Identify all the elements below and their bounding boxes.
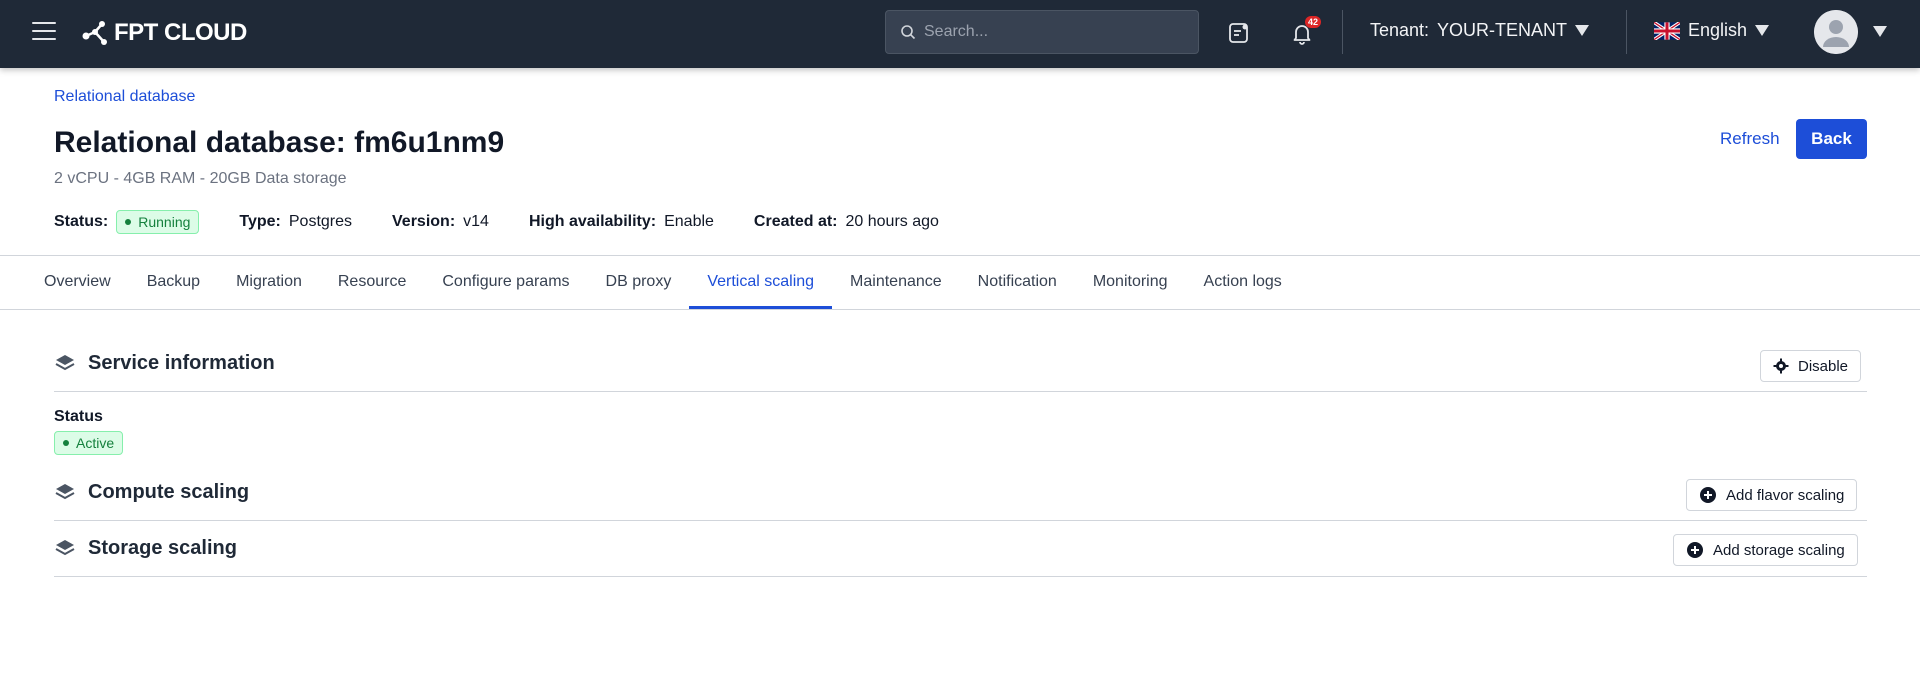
section-title: Storage scaling [88,537,237,559]
tab-action-logs[interactable]: Action logs [1186,255,1300,309]
add-storage-scaling-button[interactable]: Add storage scaling [1673,534,1858,566]
tab-monitoring[interactable]: Monitoring [1075,255,1186,309]
tenant-value: YOUR-TENANT [1437,20,1568,40]
layers-icon [55,354,75,370]
tasks-icon[interactable] [1224,18,1254,48]
search-icon [901,25,916,40]
notification-count-badge: 42 [1304,16,1321,28]
breadcrumb-relational-database[interactable]: Relational database [54,88,195,106]
instance-meta: Status: Running Type: Postgres Version: … [54,208,979,236]
tab-db-proxy[interactable]: DB proxy [588,255,690,309]
add-storage-scaling-label: Add storage scaling [1713,541,1845,559]
add-flavor-scaling-button[interactable]: Add flavor scaling [1686,479,1858,511]
service-status-label: Status [54,408,103,425]
tab-bar: Overview Backup Migration Resource Confi… [26,255,1300,309]
tab-migration[interactable]: Migration [218,255,320,309]
brand-logo[interactable]: FPT CLOUD [80,16,247,50]
tab-maintenance[interactable]: Maintenance [832,255,960,309]
brand-name: FPT CLOUD [114,19,247,46]
divider [0,309,1920,310]
user-menu-chevron-icon[interactable] [1873,26,1887,37]
storage-scaling-heading: Storage scaling [54,537,237,560]
plus-circle-icon [1687,542,1703,558]
service-status-badge: Active [54,431,124,455]
created-label: Created at: [753,213,838,230]
tab-vertical-scaling[interactable]: Vertical scaling [689,255,832,309]
status-badge: Running [116,210,200,234]
section-title: Service information [88,352,275,374]
status-dot-icon [63,440,69,446]
type-label: Type: [239,213,281,230]
back-button[interactable]: Back [1796,119,1867,159]
divider [1342,10,1343,54]
divider [54,520,1867,521]
instance-spec: 2 vCPU - 4GB RAM - 20GB Data storage [54,170,347,187]
user-avatar-icon [1814,10,1858,54]
tenant-label: Tenant: [1370,20,1430,40]
version-label: Version: [392,213,456,230]
tenant-selector[interactable]: Tenant: YOUR-TENANT [1370,20,1590,41]
fpt-logo-icon [82,21,107,45]
status-dot-icon [125,219,132,225]
notification-bell-icon[interactable]: 42 [1287,16,1321,48]
refresh-button[interactable]: Refresh [1716,119,1784,159]
disable-label: Disable [1798,357,1849,375]
layers-icon [55,539,75,555]
service-status-value: Active [76,435,115,451]
tab-overview[interactable]: Overview [26,255,129,309]
page-title: Relational database: fm6u1nm9 [54,126,505,159]
type-value: Postgres [288,213,353,230]
add-flavor-scaling-label: Add flavor scaling [1726,486,1845,504]
tab-backup[interactable]: Backup [129,255,218,309]
divider [54,576,1867,577]
language-selector[interactable]: English [1654,20,1770,41]
divider [54,391,1867,392]
status-value: Running [138,214,191,230]
disable-button[interactable]: Disable [1760,350,1862,382]
service-information-heading: Service information [54,352,275,375]
ha-value: Enable [664,213,714,230]
created-value: 20 hours ago [845,213,939,230]
status-label: Status: [54,213,109,230]
uk-flag-icon [1654,21,1680,40]
layers-icon [55,483,75,499]
language-label: English [1688,20,1748,40]
top-navbar: FPT CLOUD 42 Tenant: YOUR-TENANT [0,0,1920,68]
section-title: Compute scaling [88,481,250,503]
search-input[interactable] [924,23,1184,41]
tab-configure-params[interactable]: Configure params [424,255,587,309]
gear-icon [1773,358,1789,374]
chevron-down-icon [1575,25,1590,36]
divider [1626,10,1627,54]
user-avatar[interactable] [1814,10,1858,54]
tab-resource[interactable]: Resource [320,255,424,309]
search-box[interactable] [885,10,1199,54]
version-value: v14 [463,213,489,230]
plus-circle-icon [1700,487,1716,503]
tab-notification[interactable]: Notification [960,255,1075,309]
compute-scaling-heading: Compute scaling [54,481,249,504]
ha-label: High availability: [528,213,657,230]
hamburger-menu-icon[interactable] [32,22,56,42]
chevron-down-icon [1755,25,1770,36]
